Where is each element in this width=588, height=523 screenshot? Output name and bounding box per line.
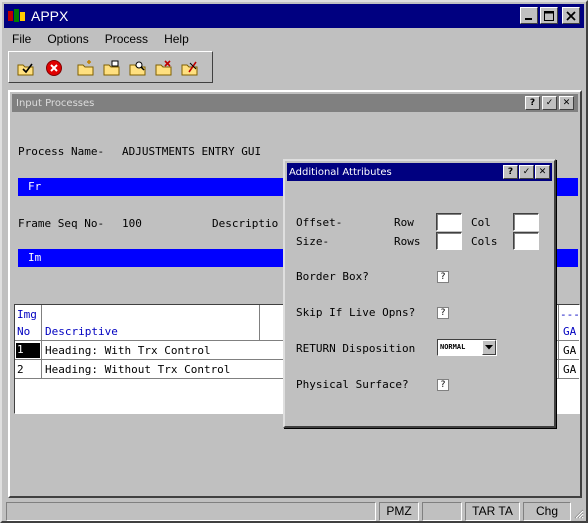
status-panel-empty xyxy=(422,502,462,521)
new-folder-button[interactable] xyxy=(75,57,97,79)
dialog-ok-button[interactable]: ✓ xyxy=(519,165,534,179)
menu-process[interactable]: Process xyxy=(97,32,156,46)
rows-input[interactable] xyxy=(436,232,462,250)
cols-label: Cols xyxy=(471,235,498,248)
check-folder-button[interactable] xyxy=(15,57,37,79)
frame-seq-label: Frame Seq No- xyxy=(18,217,105,230)
dialog-title-bar: Additional Attributes ? ✓ ✕ xyxy=(287,163,552,181)
title-bar: APPX xyxy=(4,4,584,28)
close-icon: ✕ xyxy=(562,98,571,108)
status-panel-tar: TAR TA xyxy=(465,502,520,521)
dropdown-button[interactable] xyxy=(482,340,496,355)
dialog-close-button[interactable]: ✕ xyxy=(535,165,550,179)
find-folder-icon xyxy=(129,61,146,76)
minimize-button[interactable] xyxy=(520,7,538,24)
process-name-value: ADJUSTMENTS ENTRY GUI xyxy=(122,145,262,158)
resize-grip-icon[interactable] xyxy=(572,507,584,522)
status-bar: PMZ TAR TA Chg xyxy=(4,501,584,521)
check-icon: ✓ xyxy=(545,98,554,108)
physical-surface-label: Physical Surface? xyxy=(296,378,409,391)
child-close-button[interactable]: ✕ xyxy=(559,96,574,110)
row-ga: GA xyxy=(563,344,577,357)
open-folder-icon xyxy=(103,60,120,76)
maximize-icon xyxy=(544,10,554,21)
app-window: APPX File Options Process Help Input Pro… xyxy=(0,0,588,523)
open-folder-button[interactable] xyxy=(101,57,123,79)
col-label: Col xyxy=(471,216,491,229)
child-help-button[interactable]: ? xyxy=(525,96,540,110)
new-folder-icon xyxy=(77,60,94,76)
rows-label: Rows xyxy=(394,235,421,248)
check-folder-icon xyxy=(17,63,34,76)
header-dashes: --- xyxy=(560,308,580,321)
border-box-label: Border Box? xyxy=(296,270,369,283)
return-disposition-select[interactable]: NORMAL xyxy=(437,339,497,356)
menu-help[interactable]: Help xyxy=(156,32,197,46)
close-icon xyxy=(566,10,576,21)
menu-file[interactable]: File xyxy=(4,32,39,46)
child-ok-button[interactable]: ✓ xyxy=(542,96,557,110)
process-name-label: Process Name- xyxy=(18,145,105,158)
frame-seq-value: 100 xyxy=(122,217,142,230)
status-panel-main xyxy=(6,502,376,521)
row-descriptive: Heading: Without Trx Control xyxy=(45,363,231,376)
image-section-label: Im xyxy=(28,251,42,264)
help-icon: ? xyxy=(529,98,536,108)
child-window-title: Input Processes xyxy=(16,97,95,109)
status-panel-chg: Chg xyxy=(523,502,571,521)
toolbar xyxy=(8,51,213,83)
child-title-bar: Input Processes ? ✓ ✕ xyxy=(12,94,578,112)
cols-input[interactable] xyxy=(513,232,539,250)
minimize-icon xyxy=(525,17,532,20)
offset-label: Offset- xyxy=(296,216,343,229)
row-ga: GA xyxy=(563,363,577,376)
menu-options[interactable]: Options xyxy=(39,32,96,46)
delete-folder-icon xyxy=(155,60,172,76)
cancel-icon xyxy=(46,60,62,76)
header-no: No xyxy=(17,325,31,338)
row-no[interactable]: 1 xyxy=(16,343,40,358)
row-no: 2 xyxy=(17,363,24,376)
close-icon: ✕ xyxy=(538,167,547,177)
row-input[interactable] xyxy=(436,213,462,231)
delete-folder-button[interactable] xyxy=(153,57,175,79)
col-input[interactable] xyxy=(513,213,539,231)
description-label: Descriptio xyxy=(212,217,279,230)
find-folder-button[interactable] xyxy=(127,57,149,79)
status-panel-pmz: PMZ xyxy=(379,502,419,521)
size-label: Size- xyxy=(296,235,330,248)
close-button[interactable] xyxy=(562,7,580,24)
chevron-down-icon xyxy=(485,345,493,350)
additional-attributes-dialog: Additional Attributes ? ✓ ✕ Offset- Size… xyxy=(283,159,556,428)
edit-folder-icon xyxy=(181,61,198,76)
menu-bar: File Options Process Help xyxy=(4,29,584,49)
help-icon: ? xyxy=(507,167,514,177)
skip-live-opns-label: Skip If Live Opns? xyxy=(296,306,416,319)
dialog-help-button[interactable]: ? xyxy=(503,165,518,179)
header-ga: GA xyxy=(563,325,577,338)
check-icon: ✓ xyxy=(522,167,531,177)
row-label: Row xyxy=(394,216,414,229)
grid-divider xyxy=(259,305,260,341)
header-img: Img xyxy=(17,308,37,321)
return-disposition-value: NORMAL xyxy=(440,343,466,351)
window-title: APPX xyxy=(31,8,69,24)
header-descriptive: Descriptive xyxy=(45,325,118,338)
physical-surface-checkbox[interactable]: ? xyxy=(437,379,449,391)
frame-section-label: Fr xyxy=(28,180,42,193)
row-descriptive: Heading: With Trx Control xyxy=(45,344,211,357)
return-disposition-label: RETURN Disposition xyxy=(296,342,416,355)
dialog-title: Additional Attributes xyxy=(289,166,392,178)
skip-live-opns-checkbox[interactable]: ? xyxy=(437,307,449,319)
border-box-checkbox[interactable]: ? xyxy=(437,271,449,283)
edit-folder-button[interactable] xyxy=(179,57,201,79)
appx-logo-icon xyxy=(7,8,27,24)
maximize-button[interactable] xyxy=(540,7,558,24)
cancel-button[interactable] xyxy=(43,57,65,79)
